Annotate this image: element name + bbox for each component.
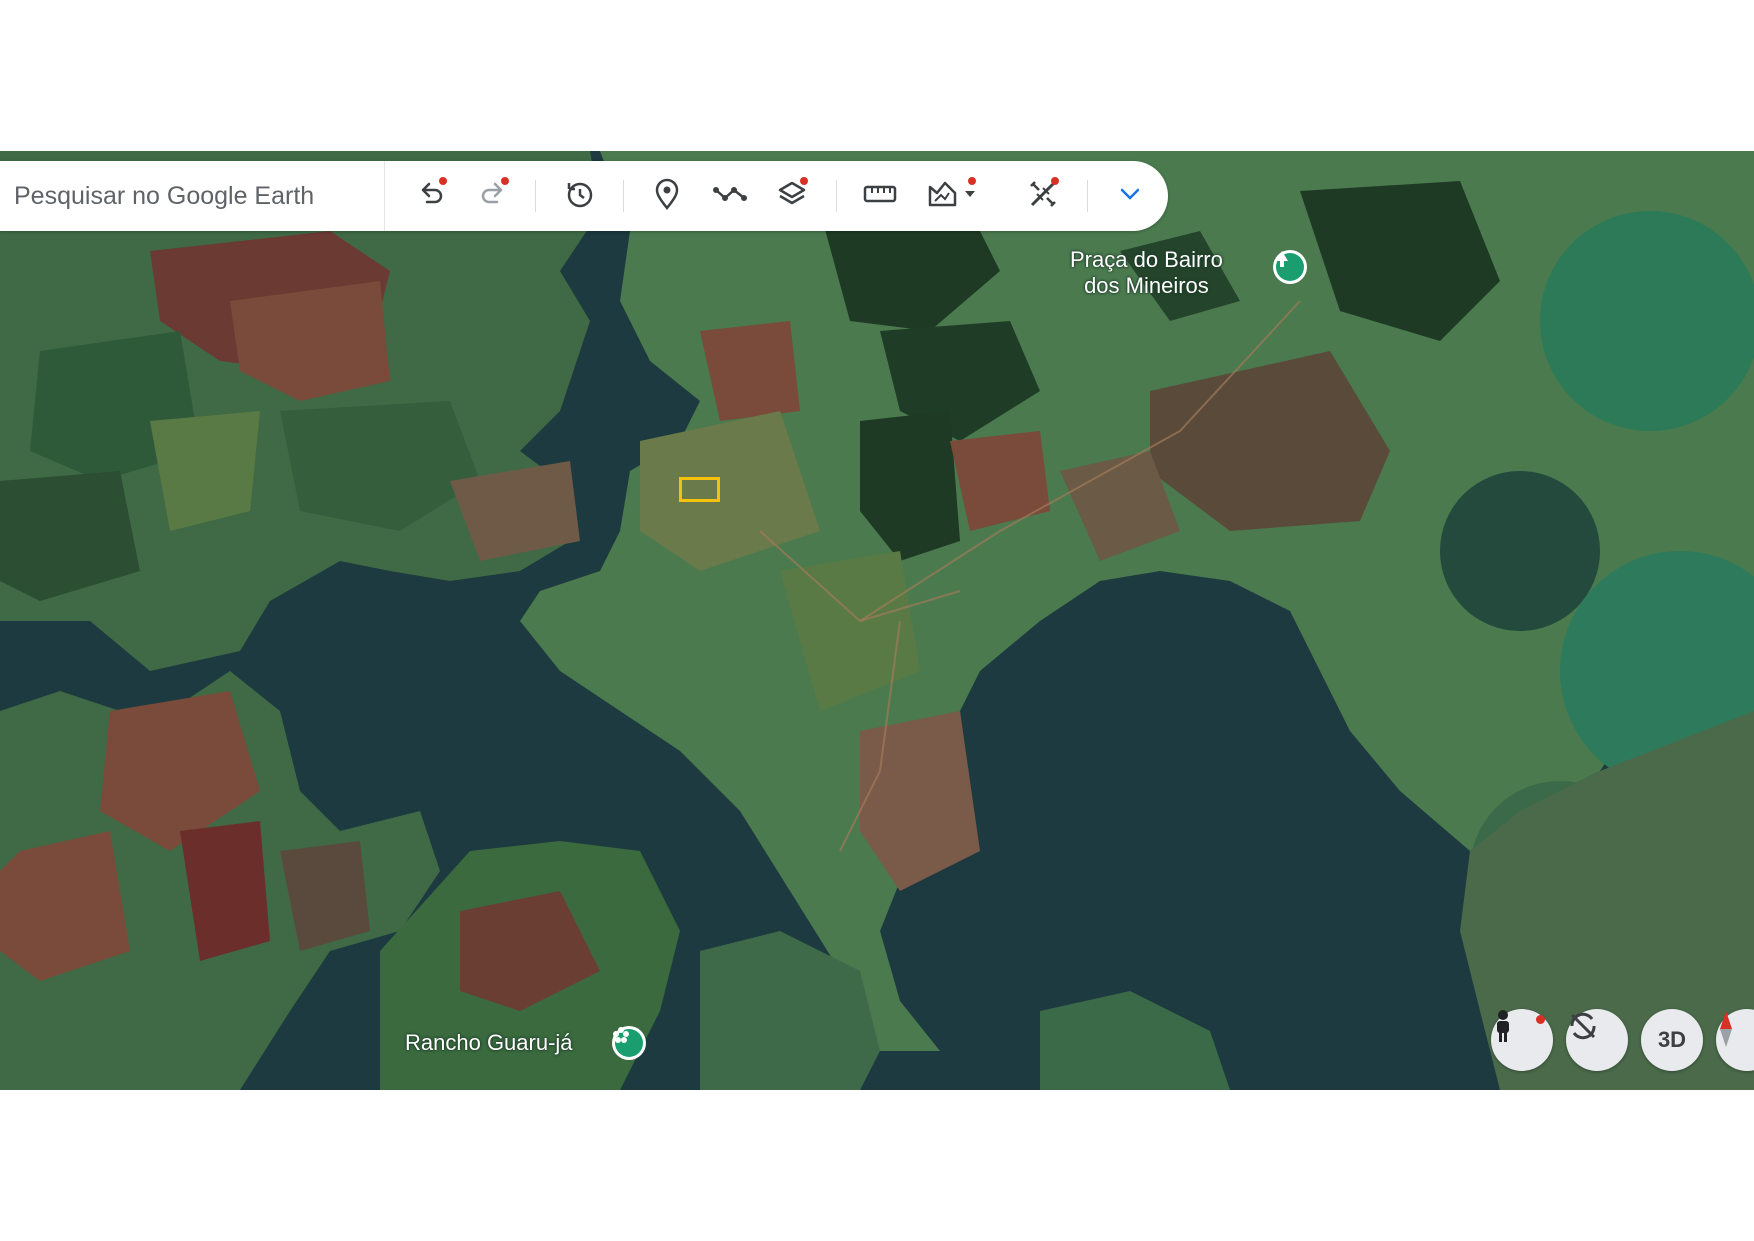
toolbar-divider <box>836 180 837 212</box>
ruler-icon <box>863 183 897 210</box>
notification-dot <box>439 177 447 185</box>
toolbar-divider <box>623 180 624 212</box>
draw-path-button[interactable] <box>706 161 754 231</box>
street-view-button[interactable] <box>1491 1009 1553 1071</box>
history-button[interactable] <box>556 161 604 231</box>
layers-button[interactable] <box>768 161 816 231</box>
more-button[interactable] <box>1106 161 1154 231</box>
add-placemark-button[interactable] <box>643 161 691 231</box>
notification-dot <box>501 177 509 185</box>
flower-icon <box>613 1027 643 1057</box>
placemark-icon <box>653 178 681 215</box>
place-pin-rancho[interactable] <box>612 1026 646 1060</box>
toolbar-divider <box>535 180 536 212</box>
chevron-down-icon <box>1119 187 1141 206</box>
place-label-rancho[interactable]: Rancho Guaru-já <box>405 1030 573 1056</box>
toolbar-divider <box>1087 180 1088 212</box>
redo-button[interactable] <box>469 161 517 231</box>
top-toolbar <box>0 161 1168 231</box>
notification-dot <box>1536 1015 1545 1024</box>
terrain-button[interactable] <box>918 161 990 231</box>
undo-button[interactable] <box>407 161 455 231</box>
search-box[interactable] <box>0 161 385 231</box>
notification-dot <box>968 177 976 185</box>
measure-button[interactable] <box>856 161 904 231</box>
path-icon <box>711 180 749 213</box>
search-input[interactable] <box>12 180 376 212</box>
history-icon <box>564 178 596 215</box>
rotate-button[interactable] <box>1566 1009 1628 1071</box>
notification-dot <box>800 177 808 185</box>
highlighted-area[interactable] <box>679 477 720 502</box>
park-icon <box>1276 251 1304 281</box>
place-label-praca[interactable]: Praça do Bairro dos Mineiros <box>1070 247 1223 299</box>
place-pin-praca[interactable] <box>1273 250 1307 284</box>
satellite-map[interactable]: Praça do Bairro dos Mineiros Rancho Guar… <box>0 151 1754 1090</box>
notification-dot <box>1051 177 1059 185</box>
tools-button[interactable] <box>1019 161 1067 231</box>
satellite-imagery <box>0 151 1754 1090</box>
toggle-3d-button[interactable]: 3D <box>1641 1009 1703 1071</box>
